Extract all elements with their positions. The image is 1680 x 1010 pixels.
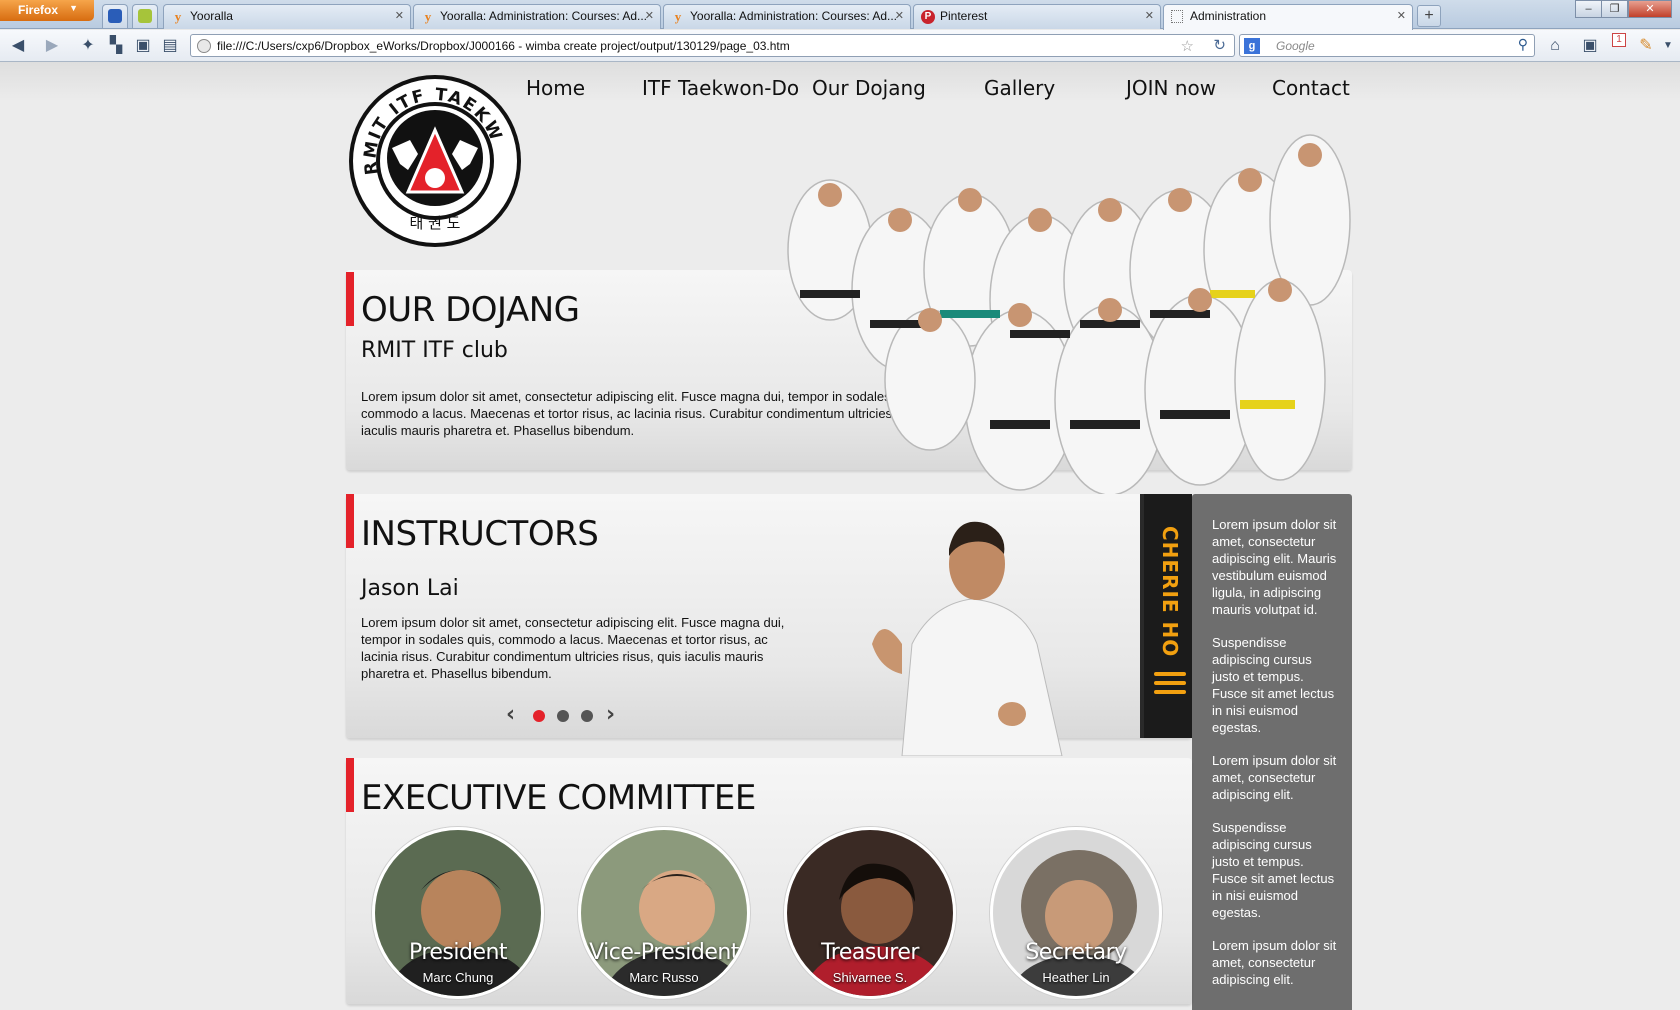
notification-badge[interactable]: 1	[1612, 33, 1626, 47]
sidebar-paragraph: Suspendisse adipiscing cursus justo et t…	[1212, 820, 1335, 920]
browser-nav-bar: ◀ ▶ ✦ ▚ ▣ ▤ file:///C:/Users/cxp6/Dropbo…	[0, 30, 1680, 62]
sidebar-paragraph: Lorem ipsum dolor sit amet, consectetur …	[1212, 517, 1337, 617]
app-tab-2[interactable]	[132, 4, 158, 28]
back-arrow-icon[interactable]: ◀	[8, 36, 28, 56]
logo-korean-text: 태 권 도	[410, 214, 461, 232]
home-icon[interactable]: ⌂	[1545, 36, 1565, 56]
member-role: President	[408, 940, 508, 965]
tab-courses-2[interactable]: y Yooralla: Administration: Courses: Ad..…	[663, 4, 911, 29]
member-treasurer[interactable]: Treasurer Shivarnee S.	[784, 827, 956, 999]
toolbar-addon-icon[interactable]: ▤	[160, 36, 180, 56]
restore-button[interactable]: ❐	[1601, 0, 1628, 18]
firefox-menu-button[interactable]: Firefox ▼	[0, 0, 94, 21]
firefox-menu-label: Firefox	[18, 3, 59, 17]
globe-icon	[197, 39, 211, 53]
dojang-subheading: RMIT ITF club	[361, 338, 508, 363]
yooralla-favicon-icon: y	[674, 9, 682, 24]
tab-title: Pinterest	[940, 9, 988, 23]
chevron-down-icon: ▼	[69, 3, 78, 13]
tab-title: Yooralla: Administration: Courses: Ad...	[690, 9, 897, 23]
nav-home[interactable]: Home	[526, 76, 585, 100]
accent-bar	[346, 758, 354, 812]
app-tab-icon	[138, 9, 152, 23]
accent-bar	[346, 272, 354, 326]
member-role: Vice-President	[589, 940, 739, 965]
group-photo	[787, 134, 1351, 496]
close-icon[interactable]: ✕	[1145, 9, 1154, 22]
yooralla-favicon-icon: y	[174, 9, 182, 24]
toolbar-addon-icon[interactable]: ▣	[133, 36, 153, 56]
address-bar[interactable]: file:///C:/Users/cxp6/Dropbox_eWorks/Dro…	[190, 34, 1235, 57]
forward-arrow-icon[interactable]: ▶	[42, 36, 62, 56]
new-tab-button[interactable]: +	[1417, 5, 1441, 27]
carousel-dot[interactable]	[581, 710, 593, 722]
instructor-name: Jason Lai	[361, 576, 459, 601]
club-logo[interactable]: RMIT ITF TAEKWON-DO 태 권 도	[348, 74, 522, 248]
toolbar-addon-icon[interactable]: ✎	[1636, 36, 1656, 56]
dojang-heading: OUR DOJANG	[361, 290, 580, 330]
accent-bar	[346, 494, 354, 548]
carousel-next-icon[interactable]: ›	[606, 702, 615, 727]
toolbar-addon-icon[interactable]: ▣	[1580, 36, 1600, 56]
member-president[interactable]: President Marc Chung	[372, 827, 544, 999]
tab-title: Yooralla	[190, 9, 233, 23]
web-page: Home ITF Taekwon-Do Our Dojang Gallery J…	[0, 62, 1680, 1010]
sidebar-paragraph: Suspendisse adipiscing cursus justo et t…	[1212, 635, 1335, 735]
tab-pinterest[interactable]: P Pinterest ✕	[913, 4, 1161, 29]
nav-contact[interactable]: Contact	[1272, 76, 1350, 100]
search-icon[interactable]: ⚲	[1518, 36, 1528, 53]
toolbar-addon-icon[interactable]: ✦	[78, 36, 98, 56]
member-name: Shivarnee S.	[832, 970, 908, 985]
close-icon[interactable]: ✕	[895, 9, 904, 22]
pinterest-favicon-icon: P	[921, 10, 935, 24]
toolbar-addon-icon[interactable]: ▚	[106, 36, 126, 56]
app-tab-1[interactable]	[102, 4, 128, 28]
sidebar-paragraph: Lorem ipsum dolor sit amet, consectetur …	[1212, 938, 1337, 987]
sidebar: Lorem ipsum dolor sit amet, consectetur …	[1192, 494, 1352, 1010]
yooralla-favicon-icon: y	[424, 9, 432, 24]
tab-yooralla[interactable]: y Yooralla ✕	[163, 4, 411, 29]
close-icon[interactable]: ✕	[395, 9, 404, 22]
bookmark-star-icon[interactable]: ☆	[1181, 37, 1194, 55]
nav-itf-taekwon-do[interactable]: ITF Taekwon-Do	[642, 76, 799, 100]
belt-stripes	[1154, 672, 1186, 699]
google-engine-icon[interactable]: g	[1244, 38, 1260, 54]
member-name: Heather Lin	[1042, 970, 1110, 985]
member-name: Marc Chung	[422, 970, 494, 985]
blank-page-icon	[1171, 10, 1183, 23]
window-close-button[interactable]: ✕	[1628, 0, 1672, 18]
carousel-dot[interactable]	[557, 710, 569, 722]
nav-our-dojang[interactable]: Our Dojang	[812, 76, 926, 100]
tab-administration[interactable]: Administration ✕	[1163, 4, 1413, 30]
sidebar-paragraph: Lorem ipsum dolor sit amet, consectetur …	[1212, 753, 1337, 802]
instructors-heading: INSTRUCTORS	[361, 514, 599, 554]
instructor-text: Lorem ipsum dolor sit amet, consectetur …	[361, 615, 785, 681]
member-secretary[interactable]: Secretary Heather Lin	[990, 827, 1162, 999]
minimize-button[interactable]: –	[1575, 0, 1602, 18]
search-input[interactable]: g Google ⚲	[1239, 34, 1535, 57]
instructor-photo	[872, 521, 1063, 756]
belt-name: CHERIE HO	[1158, 526, 1182, 658]
nav-join-now[interactable]: JOIN now	[1126, 76, 1216, 100]
tab-title: Yooralla: Administration: Courses: Ad...	[440, 9, 647, 23]
member-name: Marc Russo	[629, 970, 699, 985]
carousel-dot[interactable]	[533, 710, 545, 722]
tab-title: Administration	[1190, 9, 1267, 23]
member-vice-president[interactable]: Vice-President Marc Russo	[578, 827, 750, 999]
tab-courses-1[interactable]: y Yooralla: Administration: Courses: Ad..…	[413, 4, 661, 29]
search-placeholder: Google	[1276, 39, 1315, 53]
reload-icon[interactable]: ↻	[1213, 36, 1226, 54]
nav-gallery[interactable]: Gallery	[984, 76, 1055, 100]
member-role: Treasurer	[821, 940, 919, 965]
browser-tab-bar: Firefox ▼ y Yooralla ✕ y Yooralla: Administr…	[0, 0, 1680, 30]
chevron-down-icon[interactable]: ▼	[1658, 36, 1678, 56]
address-url: file:///C:/Users/cxp6/Dropbox_eWorks/Dro…	[217, 39, 790, 53]
belt-graphic: CHERIE HO	[1140, 494, 1192, 738]
member-role: Secretary	[1025, 940, 1127, 965]
close-icon[interactable]: ✕	[645, 9, 654, 22]
close-icon[interactable]: ✕	[1397, 9, 1406, 22]
app-tab-icon	[108, 9, 122, 23]
committee-heading: EXECUTIVE COMMITTEE	[361, 778, 756, 818]
carousel-prev-icon[interactable]: ‹	[506, 702, 515, 727]
